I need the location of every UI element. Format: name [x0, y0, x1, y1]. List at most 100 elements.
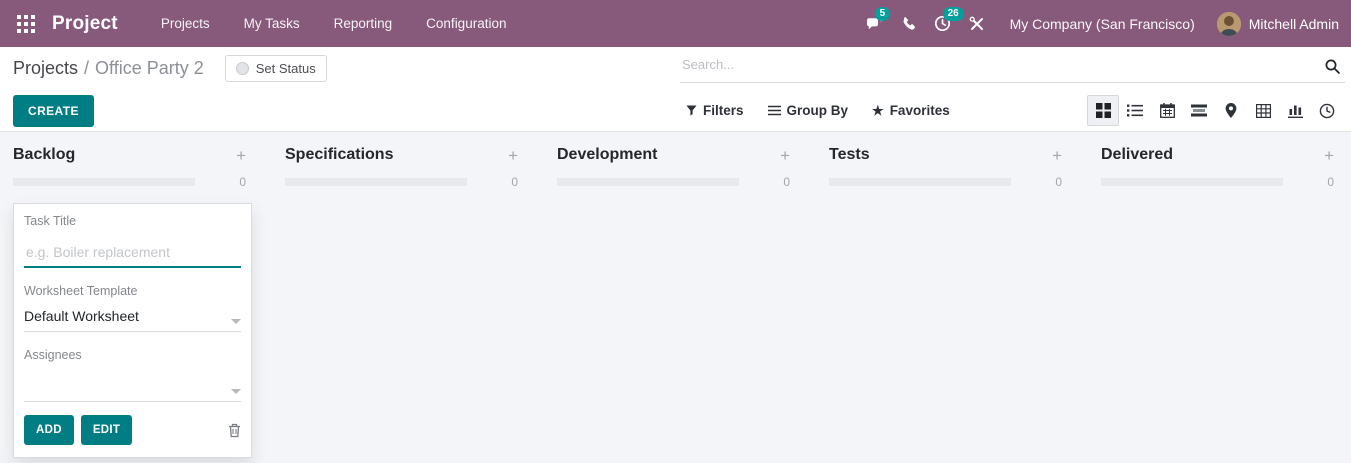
- view-kanban-button[interactable]: [1087, 95, 1119, 126]
- set-status-label: Set Status: [256, 61, 316, 76]
- task-title-input[interactable]: [24, 242, 241, 268]
- column-add-button[interactable]: +: [1324, 147, 1334, 164]
- quick-create-footer: ADD EDIT: [24, 415, 241, 445]
- view-graph-button[interactable]: [1279, 95, 1311, 126]
- kanban-column-header: Tests +: [829, 146, 1062, 164]
- top-navbar: Project Projects My Tasks Reporting Conf…: [0, 0, 1351, 47]
- activity-view-clock-icon: [1319, 103, 1335, 119]
- list-icon: [1127, 104, 1143, 117]
- column-record-count: 0: [1055, 175, 1062, 189]
- user-avatar[interactable]: [1217, 12, 1241, 36]
- trash-icon[interactable]: [228, 423, 241, 438]
- column-title: Specifications: [285, 146, 393, 164]
- group-by-button[interactable]: Group By: [768, 103, 849, 118]
- app-title[interactable]: Project: [52, 13, 118, 35]
- column-add-button[interactable]: +: [780, 147, 790, 164]
- kanban-column: Specifications + 0: [285, 132, 557, 463]
- search-icon[interactable]: [1324, 58, 1341, 80]
- quick-create-card: Task Title Worksheet Template Default Wo…: [13, 203, 252, 458]
- messages-badge: 5: [875, 7, 891, 21]
- systray: 5 26 My Company (San Francis: [858, 0, 1351, 47]
- user-name[interactable]: Mitchell Admin: [1249, 16, 1339, 32]
- edit-button[interactable]: EDIT: [81, 415, 132, 445]
- kanban-column-inner: Delivered + 0: [1101, 146, 1334, 189]
- status-circle-icon: [236, 62, 249, 75]
- column-progress-row: 0: [1101, 175, 1334, 189]
- group-by-label: Group By: [787, 103, 849, 118]
- create-button[interactable]: CREATE: [13, 95, 94, 127]
- map-pin-icon: [1225, 103, 1237, 118]
- column-progress-row: 0: [285, 175, 518, 189]
- column-progress-row: 0: [13, 175, 246, 189]
- menu-reporting[interactable]: Reporting: [317, 0, 410, 47]
- company-switcher[interactable]: My Company (San Francisco): [1010, 16, 1195, 32]
- buttons-row: CREATE Filters Group By ★ Favorites: [0, 90, 1351, 131]
- column-add-button[interactable]: +: [236, 147, 246, 164]
- kanban-column-inner: Specifications + 0: [285, 146, 518, 189]
- column-title: Tests: [829, 146, 870, 164]
- view-list-button[interactable]: [1119, 95, 1151, 126]
- view-calendar-button[interactable]: [1151, 95, 1183, 126]
- view-gantt-button[interactable]: [1183, 95, 1215, 126]
- breadcrumb-parent-link[interactable]: Projects: [13, 58, 78, 79]
- search-input[interactable]: [682, 57, 1305, 72]
- column-title: Development: [557, 146, 657, 164]
- column-add-button[interactable]: +: [1052, 147, 1062, 164]
- menu-projects[interactable]: Projects: [144, 0, 227, 47]
- column-title: Backlog: [13, 146, 75, 164]
- calendar-icon: [1160, 103, 1175, 118]
- add-button[interactable]: ADD: [24, 415, 74, 445]
- view-activity-button[interactable]: [1311, 95, 1343, 126]
- view-map-button[interactable]: [1215, 95, 1247, 126]
- column-progress-bar: [557, 178, 739, 186]
- column-progress-bar: [829, 178, 1011, 186]
- set-status-button[interactable]: Set Status: [225, 55, 327, 82]
- assignees-label: Assignees: [24, 348, 241, 362]
- grid-icon: [17, 15, 35, 33]
- column-progress-bar: [13, 178, 195, 186]
- view-pivot-button[interactable]: [1247, 95, 1279, 126]
- kanban-column-inner: Tests + 0: [829, 146, 1062, 189]
- column-record-count: 0: [239, 175, 246, 189]
- filters-label: Filters: [703, 103, 744, 118]
- phone-icon: [901, 16, 916, 31]
- filters-button[interactable]: Filters: [686, 103, 744, 118]
- group-by-icon: [768, 105, 781, 116]
- voip-button[interactable]: [892, 0, 926, 47]
- kanban-column-inner: Development + 0: [557, 146, 790, 189]
- assignees-select[interactable]: [24, 372, 241, 402]
- column-progress-bar: [1101, 178, 1283, 186]
- worksheet-template-label: Worksheet Template: [24, 284, 241, 298]
- main-menu: Projects My Tasks Reporting Configuratio…: [144, 0, 524, 47]
- breadcrumb: Projects / Office Party 2: [13, 58, 204, 79]
- column-record-count: 0: [511, 175, 518, 189]
- breadcrumb-separator: /: [84, 58, 89, 79]
- column-progress-bar: [285, 178, 467, 186]
- bar-chart-icon: [1288, 103, 1303, 118]
- task-title-field-wrap: [24, 242, 241, 268]
- kanban-column-inner: Backlog + 0: [13, 146, 246, 189]
- kanban-column: Delivered + 0: [1101, 132, 1351, 463]
- kanban-column: Tests + 0: [829, 132, 1101, 463]
- menu-configuration[interactable]: Configuration: [409, 0, 523, 47]
- kanban-column-header: Specifications +: [285, 146, 518, 164]
- kanban-column-header: Development +: [557, 146, 790, 164]
- column-progress-row: 0: [829, 175, 1062, 189]
- search-underline: [680, 82, 1345, 83]
- worksheet-template-value: Default Worksheet: [24, 308, 139, 324]
- wrench-screwdriver-icon: [969, 16, 985, 32]
- activities-button[interactable]: 26: [926, 0, 960, 47]
- worksheet-template-select[interactable]: Default Worksheet: [24, 308, 241, 332]
- favorites-button[interactable]: ★ Favorites: [872, 103, 950, 118]
- kanban-icon: [1096, 103, 1111, 118]
- column-title: Delivered: [1101, 146, 1173, 164]
- odoo-project-app: Project Projects My Tasks Reporting Conf…: [0, 0, 1351, 463]
- menu-my-tasks[interactable]: My Tasks: [227, 0, 317, 47]
- messages-button[interactable]: 5: [858, 0, 892, 47]
- tools-button[interactable]: [960, 0, 994, 47]
- apps-menu-icon[interactable]: [13, 11, 39, 37]
- avatar-image: [1217, 12, 1241, 36]
- view-switcher: [1087, 95, 1343, 126]
- column-add-button[interactable]: +: [508, 147, 518, 164]
- breadcrumb-row: Projects / Office Party 2 Set Status: [0, 47, 1351, 90]
